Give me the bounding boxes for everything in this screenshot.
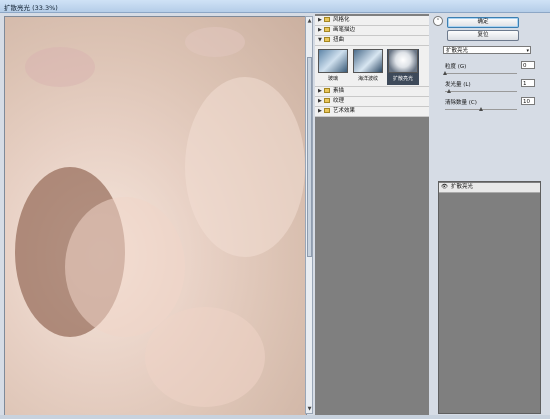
filter-select[interactable]: 扩散亮光 ▾	[443, 46, 531, 54]
filter-gallery-panel: ▶ 风格化 ▶ 画笔描边 ▼ 扭曲 玻璃 海洋波纹 扩散亮光 ▶ 素描 ▶ 纹理 ▶ 艺术效…	[315, 14, 429, 416]
effect-layers-panel: 👁 扩散亮光	[438, 181, 541, 414]
folder-icon	[324, 17, 330, 22]
scroll-down-arrow[interactable]: ▼	[307, 405, 312, 413]
preview-shade	[145, 307, 265, 407]
thumb-ocean-ripple[interactable]: 海洋波纹	[352, 49, 384, 85]
category-sketch[interactable]: ▶ 素描	[315, 87, 429, 97]
reset-button[interactable]: 复位	[447, 30, 519, 41]
ok-button[interactable]: 确定	[447, 17, 519, 28]
slider-track[interactable]	[445, 91, 517, 92]
folder-icon	[324, 108, 330, 113]
effect-layer-name: 扩散亮光	[451, 184, 474, 190]
category-texture[interactable]: ▶ 纹理	[315, 97, 429, 107]
eye-icon[interactable]: 👁	[441, 183, 448, 192]
thumb-glass-image	[318, 49, 348, 73]
category-label: 纹理	[333, 98, 345, 104]
folder-icon	[324, 88, 330, 93]
window-bottom-edge	[0, 415, 550, 419]
slider-track[interactable]	[445, 73, 517, 74]
thumb-glass[interactable]: 玻璃	[317, 49, 349, 85]
category-label: 艺术效果	[333, 108, 356, 114]
category-label: 画笔描边	[333, 27, 356, 33]
thumb-label: 扩散亮光	[392, 76, 413, 82]
effect-layer-row[interactable]: 👁 扩散亮光	[439, 183, 540, 193]
thumb-ocean-ripple-image	[353, 49, 383, 73]
preview-shade	[65, 197, 185, 337]
scroll-up-arrow[interactable]: ▲	[307, 17, 312, 25]
param-graininess: 粒度 (G) 0	[443, 61, 535, 80]
category-artistic[interactable]: ▶ 艺术效果	[315, 107, 429, 117]
thumb-label: 玻璃	[327, 76, 338, 82]
slider-knob[interactable]	[446, 89, 451, 93]
slider-knob[interactable]	[479, 107, 483, 111]
thumb-label: 海洋波纹	[357, 76, 378, 82]
category-brush-strokes[interactable]: ▶ 画笔描边	[315, 26, 429, 36]
chevron-down-icon: ▾	[526, 48, 529, 54]
category-distort[interactable]: ▼ 扭曲	[315, 36, 429, 46]
filter-select-value: 扩散亮光	[446, 48, 469, 54]
preview-shade	[185, 77, 305, 257]
param-value-input[interactable]: 10	[521, 97, 535, 105]
param-clear-amount: 清除数量 (C) 10	[445, 97, 535, 116]
param-glow-amount: 发光量 (L) 1	[445, 79, 535, 98]
param-label: 粒度 (G)	[445, 64, 467, 70]
preview-shade	[185, 27, 245, 57]
thumb-diffuse-glow[interactable]: 扩散亮光	[387, 49, 419, 85]
folder-icon	[324, 27, 330, 32]
scroll-thumb[interactable]	[307, 57, 312, 257]
image-preview[interactable]	[4, 16, 307, 416]
folder-icon	[324, 37, 330, 42]
category-label: 扭曲	[333, 37, 345, 43]
thumb-diffuse-glow-image	[388, 49, 418, 73]
preview-scrollbar[interactable]: ▲ ▼	[305, 16, 313, 414]
category-label: 风格化	[333, 17, 350, 23]
folder-icon	[324, 98, 330, 103]
preview-shade	[25, 47, 95, 87]
category-stylize[interactable]: ▶ 风格化	[315, 16, 429, 26]
param-label: 清除数量 (C)	[445, 100, 477, 106]
slider-knob[interactable]	[443, 71, 447, 75]
param-label: 发光量 (L)	[445, 82, 471, 88]
window-titlebar: 扩散亮光 (33.3%)	[0, 0, 550, 13]
param-value-input[interactable]: 1	[521, 79, 535, 87]
filter-tree: ▶ 风格化 ▶ 画笔描边 ▼ 扭曲 玻璃 海洋波纹 扩散亮光 ▶ 素描 ▶ 纹理 ▶ 艺术效…	[315, 16, 429, 117]
window-title: 扩散亮光 (33.3%)	[4, 4, 58, 12]
param-value-input[interactable]: 0	[521, 61, 535, 69]
distort-thumbnails: 玻璃 海洋波纹 扩散亮光	[315, 46, 429, 87]
category-label: 素描	[333, 88, 345, 94]
